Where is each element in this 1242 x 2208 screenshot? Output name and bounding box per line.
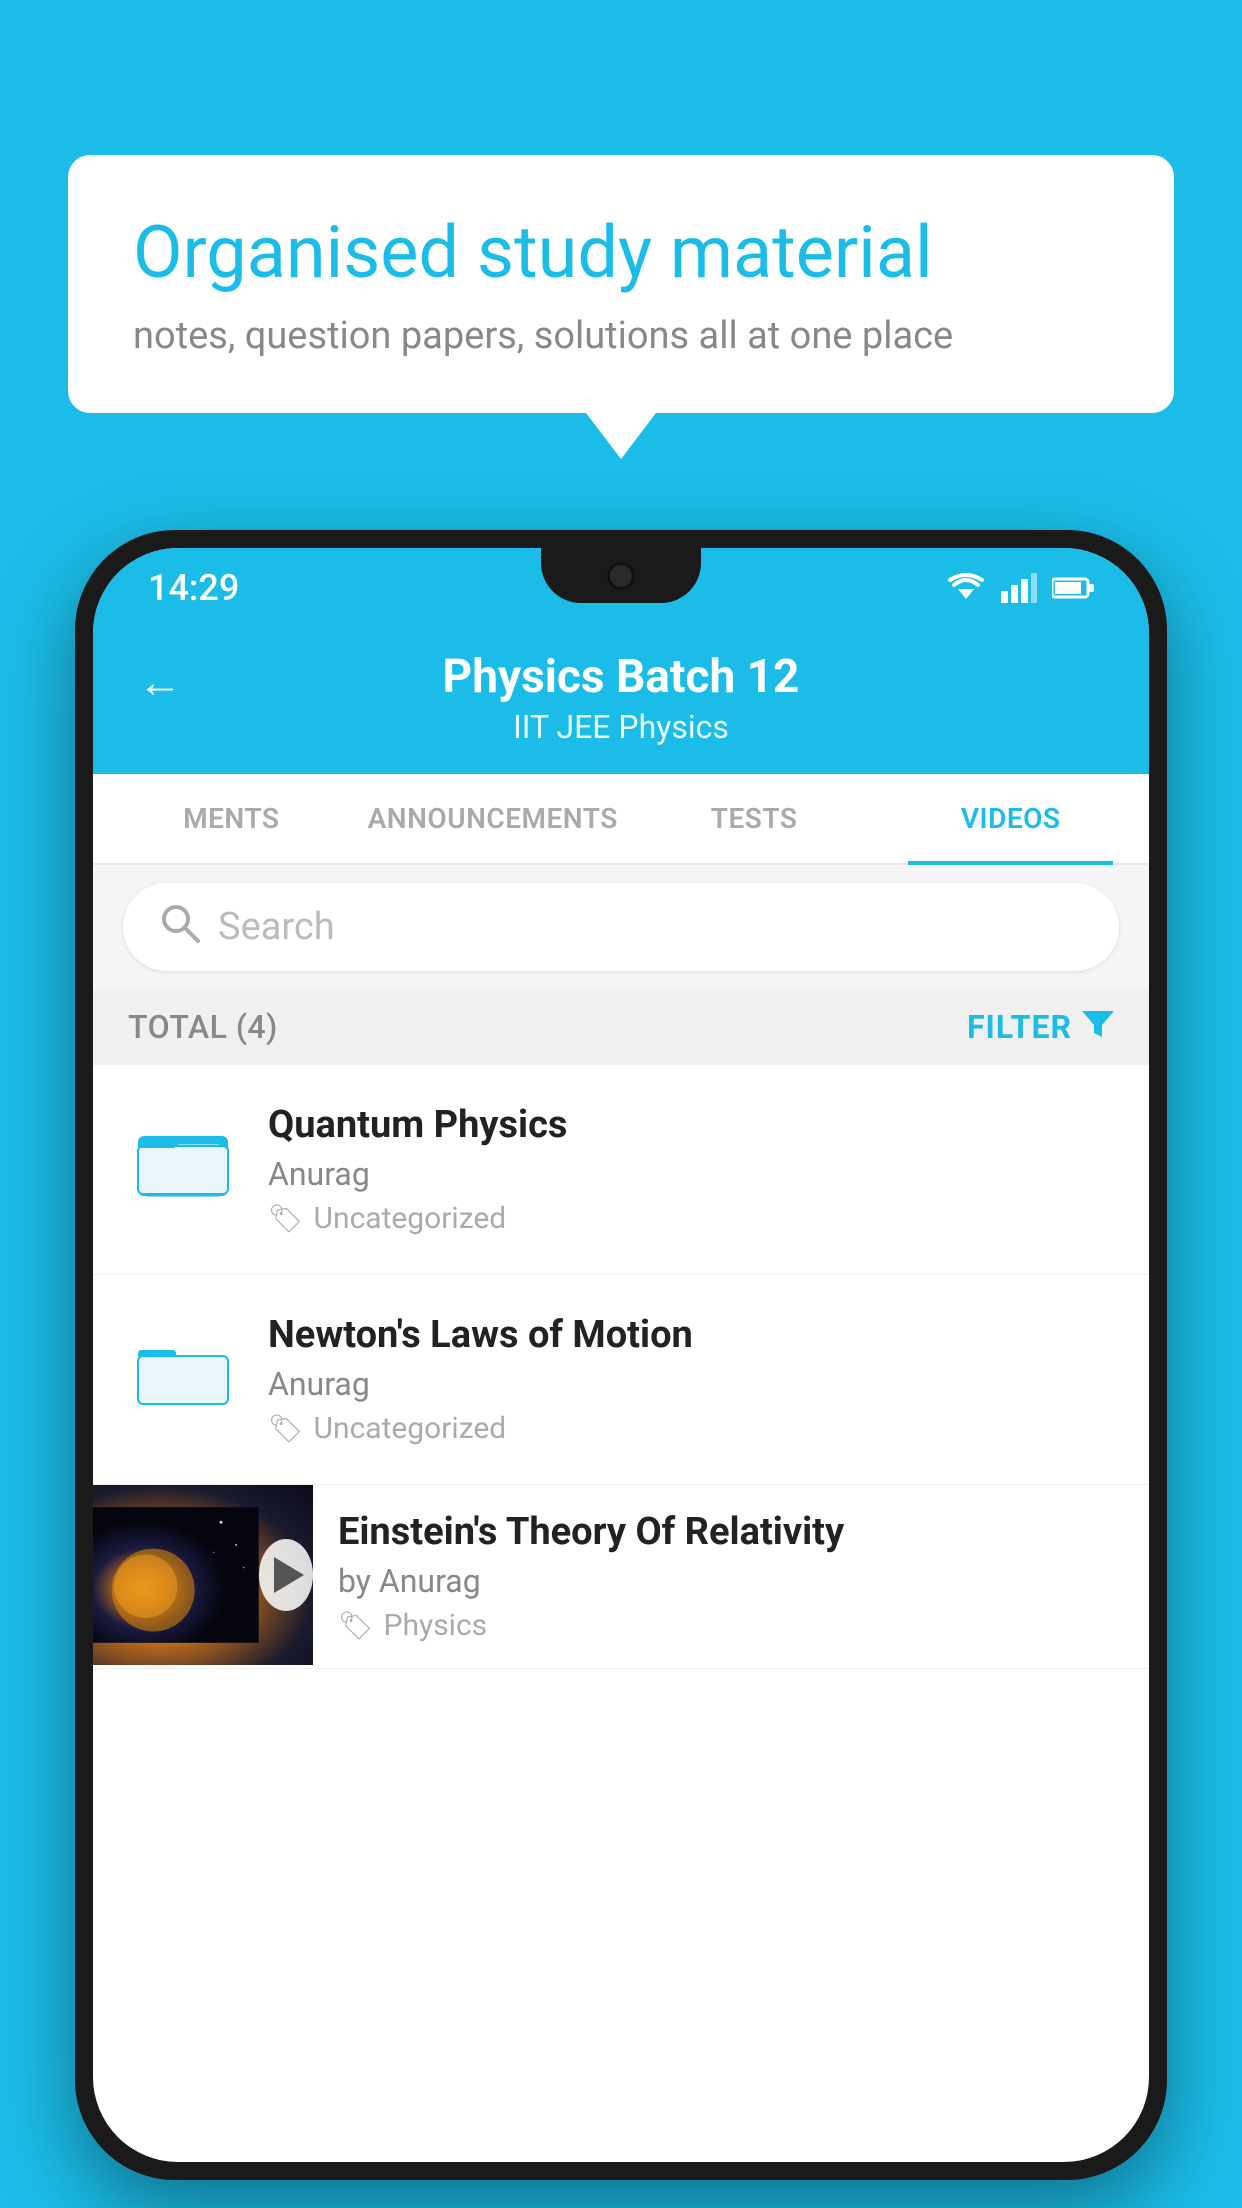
phone-outer: 14:29 [75,530,1167,2180]
item-tag: 🏷 Uncategorized [268,1411,1114,1446]
folder-icon [133,1108,233,1208]
screen-subtitle: IIT JEE Physics [513,708,729,746]
search-placeholder: Search [218,905,335,949]
folder-icon [133,1318,233,1418]
phone-screen: 14:29 [93,548,1149,2162]
battery-icon [1052,576,1094,600]
item-author: by Anurag [338,1562,1124,1600]
item-info: Newton's Laws of Motion Anurag 🏷 Uncateg… [268,1313,1114,1446]
item-title: Quantum Physics [268,1103,1114,1147]
thumbnail-bg [93,1485,259,1665]
total-count: TOTAL (4) [128,1008,278,1046]
notch [541,548,701,603]
item-author: Anurag [268,1155,1114,1193]
tag-text: Physics [384,1608,488,1643]
search-container: Search [93,865,1149,989]
filter-icon [1082,1007,1114,1047]
tab-videos[interactable]: VIDEOS [882,774,1139,863]
play-button[interactable] [259,1539,313,1611]
status-time: 14:29 [148,567,239,609]
item-info: Quantum Physics Anurag 🏷 Uncategorized [268,1103,1114,1236]
signal-icon [1001,573,1037,603]
camera-notch [607,562,635,590]
filter-bar: TOTAL (4) FILTER [93,989,1149,1065]
tab-assignments[interactable]: MENTS [103,774,360,863]
video-thumbnail-image [93,1485,313,1665]
tag-icon: 🏷 [268,1202,304,1235]
screen-title: Physics Batch 12 [443,650,800,704]
item-info: Einstein's Theory Of Relativity by Anura… [313,1485,1149,1668]
bubble-title: Organised study material [133,210,1109,296]
wifi-icon [946,573,986,603]
item-author: Anurag [268,1365,1114,1403]
item-thumbnail [128,1103,238,1213]
list-item[interactable]: Newton's Laws of Motion Anurag 🏷 Uncateg… [93,1275,1149,1485]
tag-icon: 🏷 [268,1412,304,1445]
status-bar: 14:29 [93,548,1149,628]
filter-label: FILTER [967,1008,1072,1046]
tag-icon: 🏷 [338,1609,374,1642]
tab-bar: MENTS ANNOUNCEMENTS TESTS VIDEOS [93,774,1149,865]
tag-text: Uncategorized [314,1201,507,1236]
tag-text: Uncategorized [314,1411,507,1446]
tab-tests[interactable]: TESTS [626,774,883,863]
play-icon [274,1557,304,1593]
item-tag: 🏷 Physics [338,1608,1124,1643]
back-button[interactable]: ← [138,656,182,708]
speech-bubble: Organised study material notes, question… [68,155,1174,413]
phone-mockup: 14:29 [75,530,1167,2208]
filter-button[interactable]: FILTER [967,1007,1114,1047]
item-thumbnail [128,1313,238,1423]
bubble-subtitle: notes, question papers, solutions all at… [133,314,1109,358]
search-icon [158,901,200,953]
item-title: Newton's Laws of Motion [268,1313,1114,1357]
item-title: Einstein's Theory Of Relativity [338,1510,1124,1554]
list-item[interactable]: Einstein's Theory Of Relativity by Anura… [93,1485,1149,1669]
promo-section: Organised study material notes, question… [68,155,1174,413]
search-bar[interactable]: Search [123,883,1119,971]
video-list: Quantum Physics Anurag 🏷 Uncategorized [93,1065,1149,1669]
status-icons [946,573,1094,603]
list-item[interactable]: Quantum Physics Anurag 🏷 Uncategorized [93,1065,1149,1275]
app-header: ← Physics Batch 12 IIT JEE Physics [93,628,1149,774]
item-tag: 🏷 Uncategorized [268,1201,1114,1236]
tab-announcements[interactable]: ANNOUNCEMENTS [360,774,626,863]
